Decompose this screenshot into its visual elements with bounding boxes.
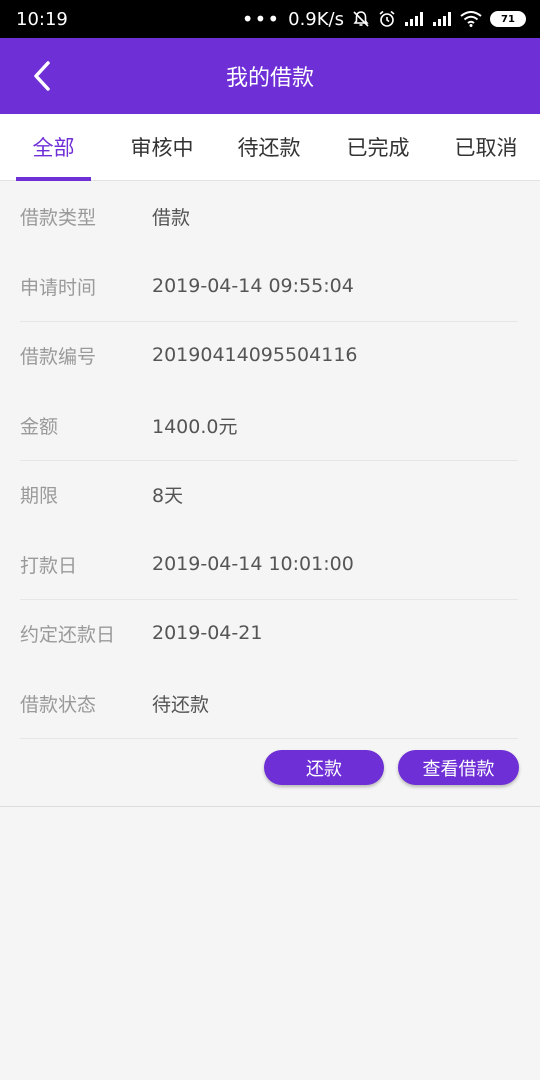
mute-bell-icon (353, 11, 369, 27)
row-label: 约定还款日 (20, 623, 116, 646)
loan-row-due-date: 约定还款日 2019-04-21 (20, 598, 518, 668)
status-icons: ••• 0.9K/s 71 (242, 9, 526, 30)
status-time: 10:19 (16, 8, 68, 30)
page-title: 我的借款 (225, 66, 314, 91)
signal-icon-2 (433, 12, 451, 26)
row-value: 待还款 (152, 693, 210, 716)
row-value: 2019-04-14 09:55:04 (152, 275, 354, 297)
loan-row-term: 期限 8天 (20, 459, 518, 529)
network-speed: 0.9K/s (288, 8, 344, 30)
row-value: 2019-04-14 10:01:00 (152, 553, 354, 575)
loan-row-type: 借款类型 借款 (20, 181, 518, 251)
wifi-icon (460, 11, 482, 27)
tab-bar: 全部 审核中 待还款 已完成 已取消 (0, 114, 540, 181)
tab-cancelled[interactable]: 已取消 (448, 114, 524, 180)
loan-row-status: 借款状态 待还款 (20, 668, 518, 739)
row-label: 申请时间 (20, 276, 97, 299)
tab-under-review[interactable]: 审核中 (124, 114, 200, 180)
row-label: 借款类型 (20, 206, 97, 229)
more-notifications-icon: ••• (241, 7, 281, 31)
row-value: 1400.0元 (152, 415, 238, 438)
loan-row-number: 借款编号 20190414095504116 (20, 320, 518, 390)
loan-row-payout-date: 打款日 2019-04-14 10:01:00 (20, 529, 518, 600)
row-value: 借款 (152, 206, 191, 229)
row-value: 8天 (152, 484, 184, 507)
app-bar: 我的借款 (0, 38, 540, 114)
row-label: 金额 (20, 415, 59, 438)
row-value: 2019-04-21 (152, 622, 263, 644)
tab-all[interactable]: 全部 (16, 114, 91, 180)
row-label: 期限 (20, 484, 59, 507)
row-value: 20190414095504116 (152, 344, 358, 366)
view-loan-button[interactable]: 查看借款 (398, 750, 519, 785)
alarm-icon (379, 10, 395, 27)
tab-completed[interactable]: 已完成 (340, 114, 416, 180)
status-bar: 10:19 ••• 0.9K/s 71 (0, 0, 540, 38)
signal-icon (405, 12, 423, 26)
row-label: 打款日 (20, 554, 78, 577)
loan-row-apply-time: 申请时间 2019-04-14 09:55:04 (20, 251, 518, 322)
battery-icon: 71 (490, 11, 526, 27)
loan-card: 借款类型 借款 申请时间 2019-04-14 09:55:04 借款编号 20… (0, 181, 540, 807)
row-label: 借款状态 (20, 693, 97, 716)
tab-pending-repayment[interactable]: 待还款 (231, 114, 307, 180)
loan-row-amount: 金额 1400.0元 (20, 390, 518, 461)
row-label: 借款编号 (20, 345, 97, 368)
chevron-left-icon (34, 61, 50, 91)
repay-button[interactable]: 还款 (264, 750, 384, 785)
back-button[interactable] (22, 56, 62, 96)
